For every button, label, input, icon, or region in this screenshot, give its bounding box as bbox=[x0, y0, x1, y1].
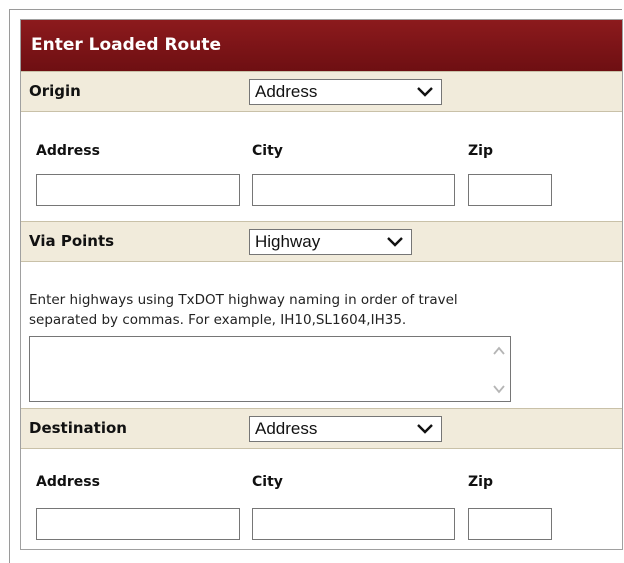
destination-type-value: Address bbox=[255, 419, 318, 438]
origin-zip-label: Zip bbox=[468, 143, 493, 159]
via-help-line-1: Enter highways using TxDOT highway namin… bbox=[29, 292, 458, 308]
destination-address-input[interactable] bbox=[36, 508, 240, 540]
destination-address-label: Address bbox=[36, 474, 100, 490]
panel-title: Enter Loaded Route bbox=[21, 20, 622, 71]
origin-type-select[interactable]: Address bbox=[249, 79, 442, 105]
chevron-down-icon bbox=[387, 237, 403, 247]
destination-city-input[interactable] bbox=[252, 508, 455, 540]
destination-zip-input[interactable] bbox=[468, 508, 552, 540]
origin-city-input[interactable] bbox=[252, 174, 455, 206]
scroll-up-icon[interactable] bbox=[492, 345, 506, 357]
origin-city-label: City bbox=[252, 143, 283, 159]
chevron-down-icon bbox=[417, 87, 433, 97]
origin-address-input[interactable] bbox=[36, 174, 240, 206]
origin-type-value: Address bbox=[255, 82, 318, 101]
via-label: Via Points bbox=[29, 232, 115, 250]
route-panel: Enter Loaded Route Origin Address Addres… bbox=[20, 19, 623, 550]
origin-zip-input[interactable] bbox=[468, 174, 552, 206]
destination-city-label: City bbox=[252, 474, 283, 490]
origin-address-label: Address bbox=[36, 143, 100, 159]
destination-section-header: Destination Address bbox=[21, 408, 622, 449]
via-section-header: Via Points Highway bbox=[21, 221, 622, 262]
via-points-textarea[interactable] bbox=[29, 336, 511, 402]
via-type-value: Highway bbox=[255, 232, 321, 251]
origin-section-header: Origin Address bbox=[21, 71, 622, 112]
via-help-text: Enter highways using TxDOT highway namin… bbox=[29, 290, 609, 330]
via-help-line-2: separated by commas. For example, IH10,S… bbox=[29, 312, 407, 328]
chevron-down-icon bbox=[417, 424, 433, 434]
destination-zip-label: Zip bbox=[468, 474, 493, 490]
destination-type-select[interactable]: Address bbox=[249, 416, 442, 442]
scroll-down-icon[interactable] bbox=[492, 383, 506, 395]
via-type-select[interactable]: Highway bbox=[249, 229, 412, 255]
destination-label: Destination bbox=[29, 419, 127, 437]
origin-label: Origin bbox=[29, 82, 81, 100]
